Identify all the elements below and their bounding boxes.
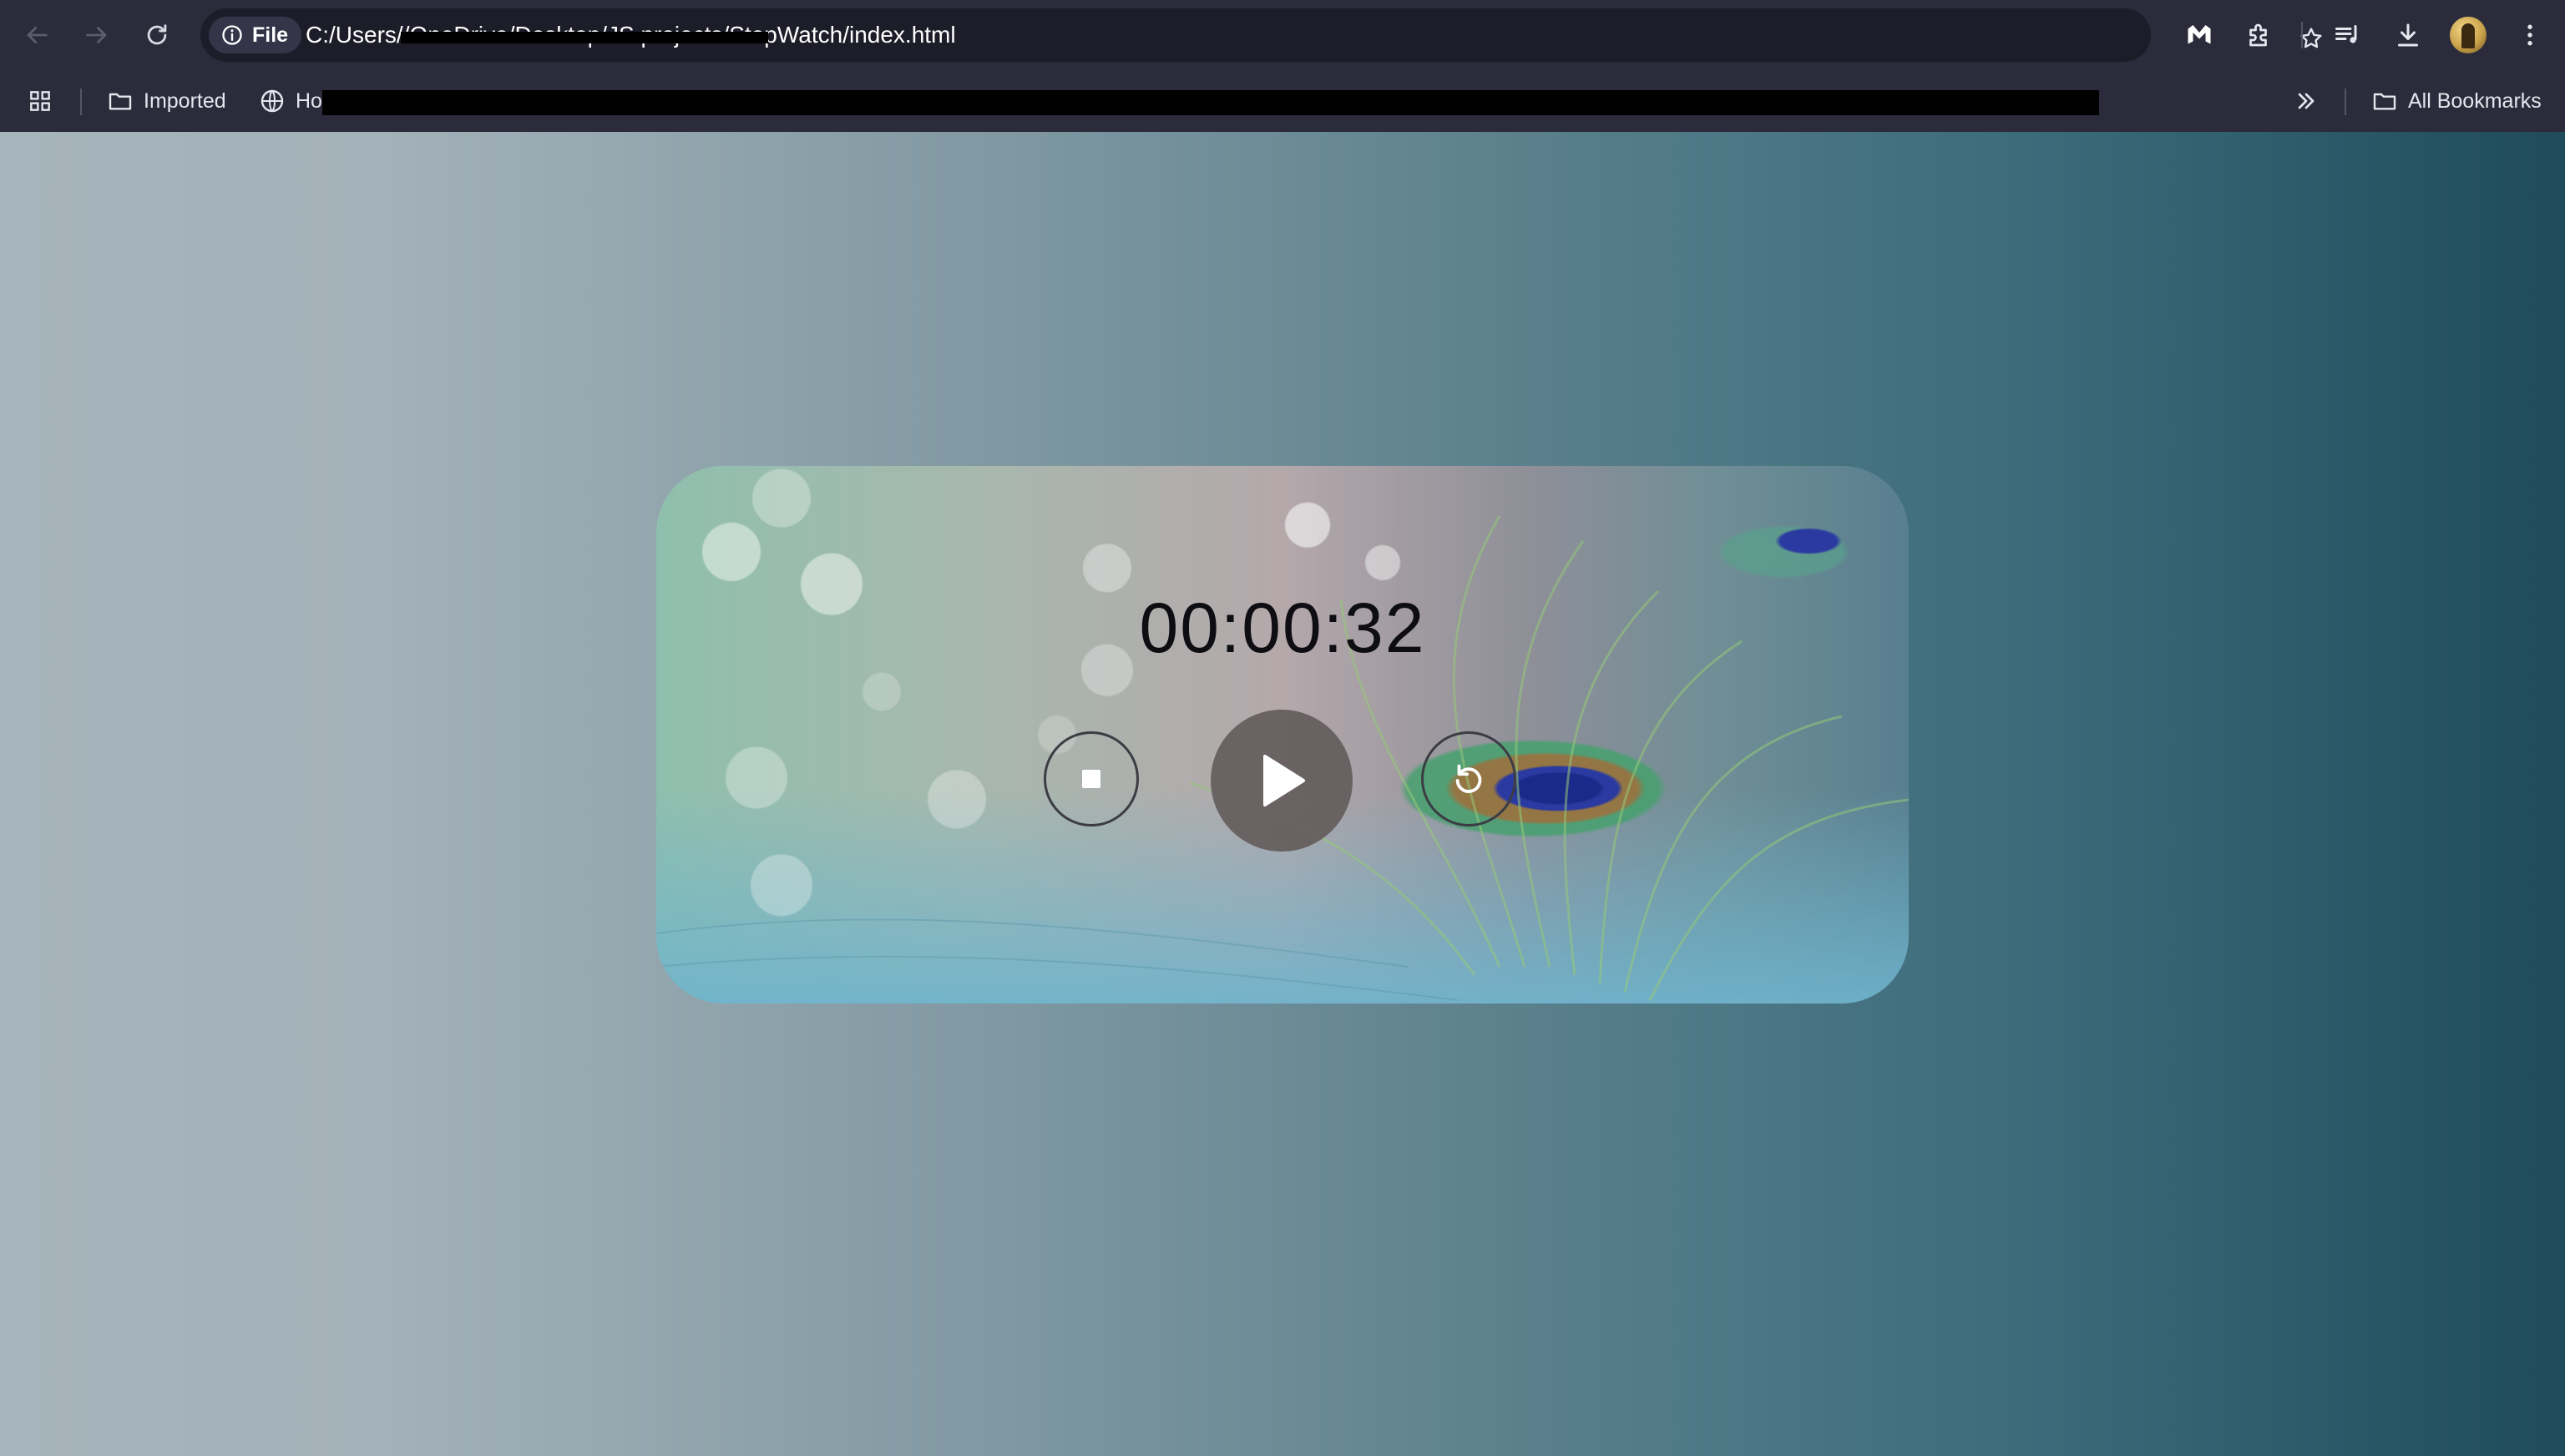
stopwatch-time-display: 00:00:32 [1139, 589, 1426, 667]
url-start: C:/Users/ [306, 22, 403, 48]
folder-icon [2373, 93, 2396, 110]
extensions-button[interactable] [2239, 15, 2279, 55]
all-bookmarks-button[interactable]: All Bookmarks [2371, 70, 2542, 132]
all-bookmarks-label: All Bookmarks [2408, 88, 2542, 113]
stop-icon [1082, 770, 1100, 788]
playlist-icon [2335, 25, 2357, 43]
play-icon [1263, 755, 1305, 806]
more-bookmarks-button[interactable] [2293, 70, 2320, 132]
puzzle-icon [2249, 23, 2267, 47]
site-chip-label: File [252, 23, 289, 47]
bookmark-label-imported: Imported [144, 88, 226, 113]
downloads-button[interactable] [2388, 15, 2428, 55]
play-button[interactable] [1211, 710, 1353, 852]
toolbar-divider [2301, 22, 2303, 48]
bookmarks-divider [80, 88, 82, 115]
reload-icon [147, 24, 167, 45]
download-icon [2398, 23, 2418, 47]
forward-button[interactable] [77, 15, 117, 55]
avatar-figure [2461, 23, 2475, 48]
apps-grid-icon [30, 91, 50, 111]
page-background: 00:00:32 [0, 132, 2565, 1456]
bookmarks-redaction-bar [322, 90, 2099, 115]
browser-chrome: File C:/Users//OneDrive/Desktop/JS proje… [0, 0, 2565, 132]
kebab-menu-icon [2527, 24, 2532, 46]
browser-menu-button[interactable] [2510, 15, 2550, 55]
bookmark-star-button[interactable] [2293, 20, 2330, 57]
stopwatch-card: 00:00:32 [656, 466, 1909, 1004]
info-icon [222, 25, 242, 45]
media-control-button[interactable] [2328, 15, 2368, 55]
redaction-bar [401, 32, 768, 43]
reset-button[interactable] [1421, 731, 1516, 827]
extension-m-button[interactable] [2179, 15, 2219, 55]
back-button[interactable] [17, 15, 57, 55]
bookmark-folder-imported[interactable]: Imported [107, 70, 226, 132]
browser-toolbar: File C:/Users//OneDrive/Desktop/JS proje… [0, 0, 2565, 70]
reload-button[interactable] [137, 15, 177, 55]
bookmarks-divider-right [2345, 88, 2346, 115]
apps-button[interactable] [27, 70, 53, 132]
profile-avatar[interactable] [2450, 17, 2487, 53]
bookmark-item-ho[interactable]: Ho [259, 70, 322, 132]
reset-icon [1455, 764, 1482, 793]
folder-icon [109, 93, 132, 110]
double-chevron-right-icon [2298, 93, 2315, 109]
globe-icon [261, 89, 284, 113]
m-logo-icon [2188, 25, 2211, 44]
arrow-right-icon [86, 27, 107, 43]
stop-button[interactable] [1044, 731, 1139, 827]
arrow-left-icon [27, 27, 48, 43]
site-info-chip[interactable]: File [209, 17, 302, 53]
bookmark-label-ho: Ho [296, 88, 322, 113]
